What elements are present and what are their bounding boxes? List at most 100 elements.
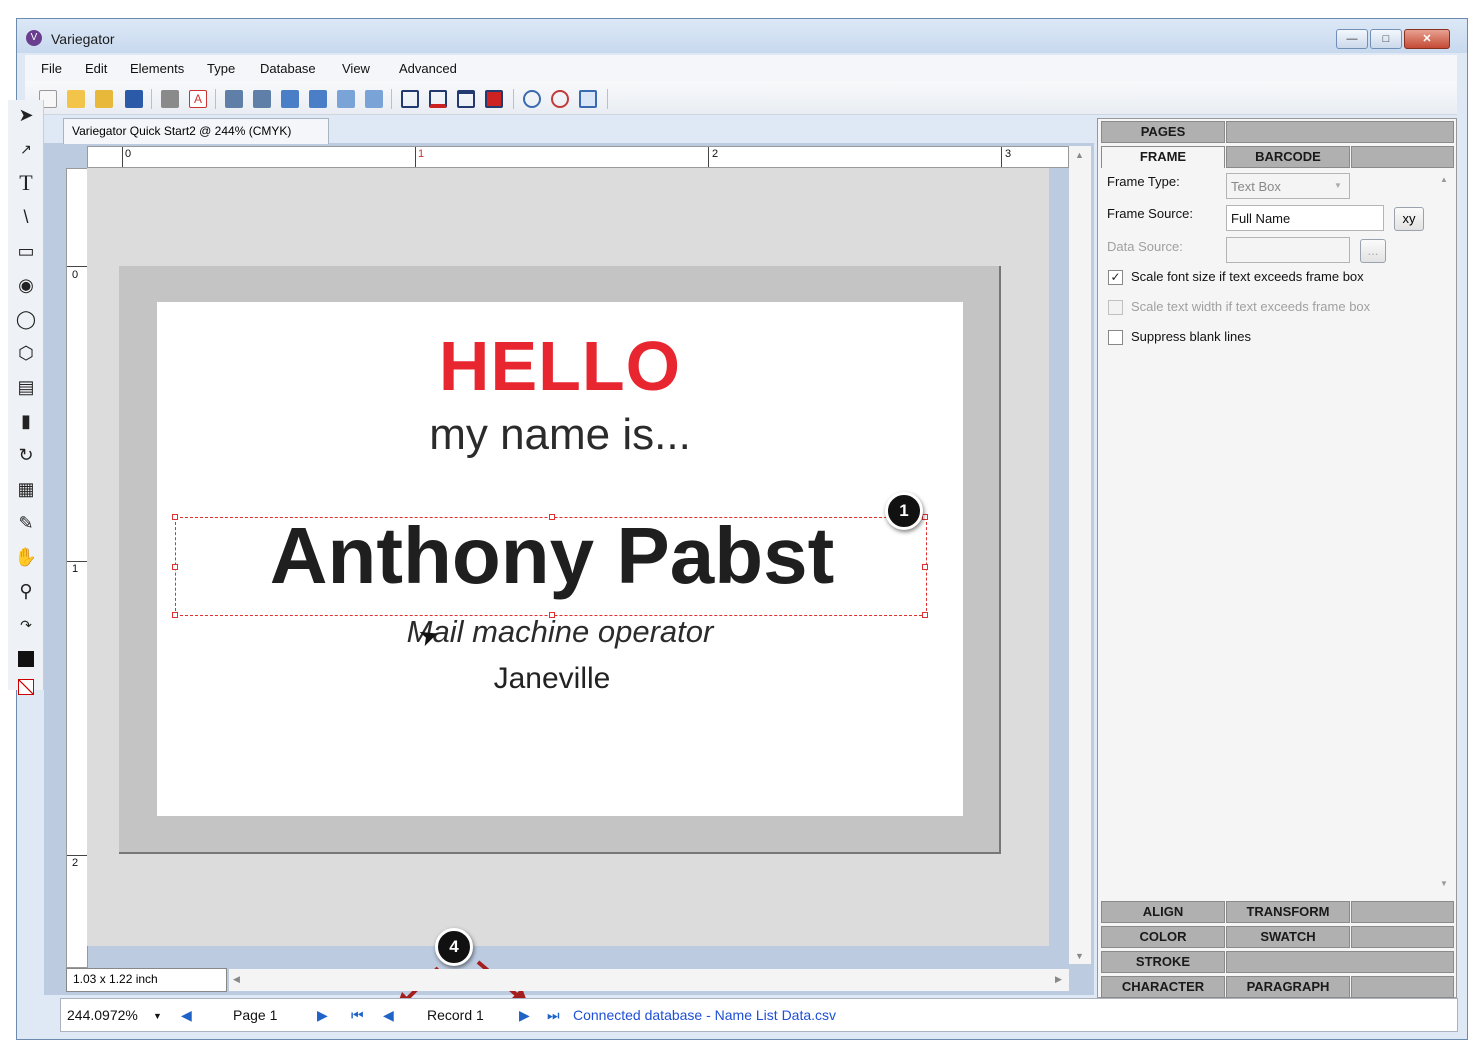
crop-tool-icon[interactable]: ▦ [15,478,37,500]
panel-scroll-up-icon[interactable]: ▲ [1440,175,1448,184]
resize-handle[interactable] [549,612,555,618]
barcode-tool-icon[interactable]: ▮ [15,410,37,432]
scroll-right-icon[interactable]: ▶ [1055,974,1062,985]
zoom-fit-icon[interactable] [579,90,597,108]
city-text[interactable]: Janeville [157,662,947,696]
send-backward-icon[interactable] [337,90,355,108]
menu-elements[interactable]: Elements [130,61,184,76]
ruler-tick [67,561,87,562]
pdf-export-icon[interactable]: A [189,90,207,108]
hello-text[interactable]: HELLO [157,326,963,406]
zoom-dropdown-icon[interactable]: ▼ [153,1011,162,1021]
menu-view[interactable]: View [342,61,370,76]
rotate-tool-icon[interactable]: ↻ [15,444,37,466]
vertical-scrollbar[interactable]: ▲ ▼ [1069,146,1091,964]
resize-handle[interactable] [172,514,178,520]
ruler-label: 2 [712,148,719,160]
align-center-icon[interactable] [485,90,503,108]
minimize-icon[interactable]: — [1336,29,1368,49]
scroll-down-icon[interactable]: ▼ [1075,951,1084,961]
fill-stroke-icon[interactable] [15,648,37,670]
browse-button[interactable]: ... [1360,239,1386,263]
tab-barcode[interactable]: BARCODE [1226,146,1350,168]
next-record-icon[interactable]: ▶ [519,1007,530,1024]
selected-frame-outline[interactable] [172,514,928,618]
send-to-back-icon[interactable] [365,90,383,108]
xy-button[interactable]: xy [1394,207,1424,231]
hand-tool-icon[interactable]: ✋ [15,546,37,568]
align-top-icon[interactable] [457,90,475,108]
database-connection-link[interactable]: Connected database - Name List Data.csv [573,1007,836,1023]
scroll-up-icon[interactable]: ▲ [1075,150,1084,160]
ruler-label: 1 [418,148,425,160]
resize-handle[interactable] [172,564,178,570]
close-icon[interactable]: ✕ [1404,29,1450,49]
tab-stroke[interactable]: STROKE [1101,951,1225,973]
save-icon[interactable] [125,90,143,108]
zoom-in-icon[interactable] [523,90,541,108]
tab-paragraph[interactable]: PARAGRAPH [1226,976,1350,998]
resize-handle[interactable] [172,612,178,618]
no-color-icon[interactable] [15,676,37,698]
zoom-level-select[interactable]: 244.0972% [67,1007,138,1023]
horizontal-scrollbar[interactable]: ◀ ▶ [229,969,1069,991]
image-tool-icon[interactable]: ▤ [15,376,37,398]
select-arrow-icon[interactable]: ➤ [15,104,37,126]
suppress-blank-lines-checkbox[interactable] [1108,330,1123,345]
swap-colors-icon[interactable]: ↷ [15,614,37,636]
frame-source-select[interactable]: Full Name [1226,205,1384,231]
frame-type-select[interactable]: Text Box [1226,173,1350,199]
menu-database[interactable]: Database [260,61,316,76]
tab-character[interactable]: CHARACTER [1101,976,1225,998]
print-icon[interactable] [161,90,179,108]
menu-edit[interactable]: Edit [85,61,107,76]
rounded-rect-tool-icon[interactable]: ◉ [15,274,37,296]
rectangle-tool-icon[interactable]: ▭ [15,240,37,262]
open-recent-icon[interactable] [95,90,113,108]
tab-swatch[interactable]: SWATCH [1226,926,1350,948]
menu-type[interactable]: Type [207,61,235,76]
ungroup-icon[interactable] [253,90,271,108]
previous-record-icon[interactable]: ◀ [383,1007,394,1024]
my-name-is-text[interactable]: my name is... [157,410,963,460]
panel-scroll-down-icon[interactable]: ▼ [1440,879,1448,888]
line-tool-icon[interactable]: \ [15,206,37,228]
tab-pages[interactable]: PAGES [1101,121,1225,143]
resize-handle[interactable] [922,612,928,618]
tab-frame[interactable]: FRAME [1101,146,1225,168]
menu-file[interactable]: File [41,61,62,76]
align-bottom-icon[interactable] [429,90,447,108]
eyedropper-tool-icon[interactable]: ✎ [15,512,37,534]
scale-font-checkbox[interactable]: ✓ [1108,270,1123,285]
document-tab[interactable]: Variegator Quick Start2 @ 244% (CMYK) [63,118,329,144]
zoom-out-icon[interactable] [551,90,569,108]
menu-advanced[interactable]: Advanced [399,61,457,76]
job-title-text[interactable]: Mail machine operator [157,614,963,650]
first-record-icon[interactable]: ⏮ [351,1007,364,1024]
data-source-field[interactable] [1226,237,1350,263]
polygon-tool-icon[interactable]: ⬡ [15,342,37,364]
tab-blank [1226,121,1454,143]
resize-handle[interactable] [922,514,928,520]
ruler-label: 0 [72,269,79,281]
resize-handle[interactable] [922,564,928,570]
previous-page-icon[interactable]: ◀ [181,1007,192,1024]
last-record-icon[interactable]: ⏭ [547,1007,560,1024]
group-icon[interactable] [225,90,243,108]
resize-handle[interactable] [549,514,555,520]
bring-to-front-icon[interactable] [281,90,299,108]
bring-forward-icon[interactable] [309,90,327,108]
tab-transform[interactable]: TRANSFORM [1226,901,1350,923]
scroll-left-icon[interactable]: ◀ [233,974,240,985]
frame-icon[interactable] [401,90,419,108]
zoom-tool-icon[interactable]: ⚲ [15,580,37,602]
text-tool-icon[interactable]: T [15,170,37,195]
tab-align[interactable]: ALIGN [1101,901,1225,923]
chevron-down-icon[interactable]: ▼ [1334,181,1342,190]
open-folder-icon[interactable] [67,90,85,108]
ellipse-tool-icon[interactable]: ◯ [15,308,37,330]
maximize-icon[interactable]: □ [1370,29,1402,49]
direct-select-icon[interactable]: ↗ [15,138,37,160]
tab-color[interactable]: COLOR [1101,926,1225,948]
next-page-icon[interactable]: ▶ [317,1007,328,1024]
